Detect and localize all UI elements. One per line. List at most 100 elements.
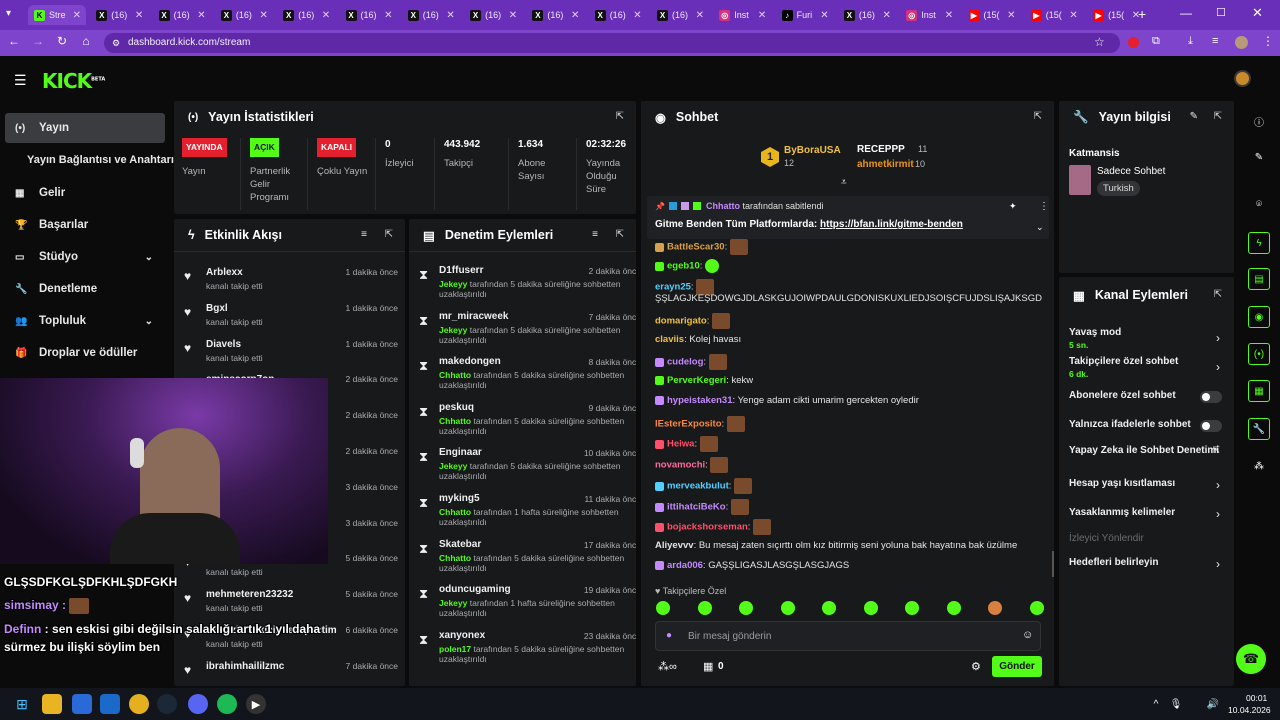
browser-tab[interactable]: X (16) ✕ [838, 5, 896, 25]
category-name[interactable]: Sadece Sohbet [1097, 166, 1165, 177]
profile-avatar[interactable] [1235, 36, 1248, 49]
close-tab-icon[interactable]: ✕ [1069, 10, 1077, 21]
channel-action[interactable]: Takipçilere özel sohbet 6 dk. [1069, 356, 1224, 380]
chat-username[interactable]: egeb10 [667, 261, 700, 272]
top-gifter-name[interactable]: RECEPPP [857, 144, 905, 155]
pen-icon[interactable]: ✎ [1248, 146, 1270, 168]
close-tab-icon[interactable]: ✕ [633, 10, 641, 21]
expand-top-icon[interactable]: ⩡ [841, 177, 847, 188]
chat-username[interactable]: erayn25 [655, 282, 691, 293]
chat-username[interactable]: PerverKegeri [667, 375, 726, 386]
channel-action[interactable]: Yavaş mod 5 sn. [1069, 327, 1224, 351]
browser-tab[interactable]: ▶ (15(✕ [1087, 5, 1145, 25]
add-widget-icon[interactable]: ⁂ [1248, 455, 1270, 477]
emote-picker-item[interactable] [697, 601, 712, 615]
browser-tab[interactable]: X (16) ✕ [340, 5, 398, 25]
bookmark-star-icon[interactable]: ☆ [1094, 35, 1105, 49]
browser-tab[interactable]: ▶ (15(✕ [963, 5, 1021, 25]
close-tab-icon[interactable]: ✕ [945, 10, 953, 21]
info-icon[interactable]: ⓘ [1248, 110, 1270, 132]
url-field[interactable]: dashboard.kick.com/stream [104, 33, 1120, 53]
moderation-username[interactable]: oduncugaming [439, 584, 511, 595]
browser-tab[interactable]: X (16) ✕ [589, 5, 647, 25]
user-avatar[interactable] [1234, 70, 1251, 87]
pinned-message[interactable]: 📌 Chhatto tarafından sabitlendi ✦ ⋮ Gitm… [647, 196, 1049, 239]
moderator-name[interactable]: Jekeyy [439, 325, 467, 335]
minimize-button[interactable]: — [1180, 6, 1192, 20]
sidebar-item[interactable]: 🎁 Droplar ve ödüller [5, 338, 165, 368]
activity-username[interactable]: Bgxl [206, 303, 228, 314]
lightning-icon[interactable]: ϟ [1248, 232, 1270, 254]
chrome-icon[interactable] [129, 694, 149, 714]
chat-username[interactable]: Aliyevvv [655, 540, 694, 551]
reload-icon[interactable]: ↻ [52, 34, 72, 48]
close-window-button[interactable]: ✕ [1252, 5, 1263, 21]
help-button[interactable]: ☎ [1236, 644, 1266, 674]
moderation-username[interactable]: mr_miracweek [439, 311, 509, 322]
emote-picker-item[interactable] [656, 601, 670, 615]
store-icon[interactable] [72, 694, 92, 714]
emote-picker-item[interactable] [988, 601, 1002, 615]
emote-picker-item[interactable] [822, 601, 836, 615]
sidebar-item[interactable]: 🔧 Denetleme [5, 274, 165, 304]
community-points-icon[interactable]: ⁂∞ [658, 660, 677, 673]
close-tab-icon[interactable]: ✕ [571, 10, 579, 21]
close-tab-icon[interactable]: ✕ [509, 10, 517, 21]
chevron-down-icon[interactable]: ⌄ [1036, 222, 1044, 233]
pinned-link[interactable]: https://bfan.link/gitme-benden [820, 219, 963, 230]
moderation-username[interactable]: Skatebar [439, 539, 481, 550]
moderation-username[interactable]: Enginaar [439, 447, 482, 458]
forward-icon[interactable]: → [28, 34, 48, 48]
browser-tab[interactable]: X (16) ✕ [153, 5, 211, 25]
pinned-by-user[interactable]: Chhatto [706, 201, 740, 211]
mic-icon[interactable]: ● [666, 630, 672, 641]
chat-username[interactable]: bojackshorseman [667, 522, 748, 533]
chat-username[interactable]: claviis [655, 334, 684, 345]
discord-icon[interactable] [188, 694, 208, 714]
moderation-username[interactable]: D1ffuserr [439, 265, 483, 276]
clock-date[interactable]: 10.04.2026 [1228, 705, 1271, 715]
moderator-name[interactable]: Jekeyy [439, 598, 467, 608]
channel-actions-icon[interactable]: ▦ [1248, 380, 1270, 402]
clock-time[interactable]: 00:01 [1246, 693, 1267, 703]
site-info-icon[interactable]: ⚙ [112, 38, 120, 49]
spotify-icon[interactable] [217, 694, 237, 714]
browser-tab[interactable]: X (16) ✕ [215, 5, 273, 25]
browser-tab[interactable]: ◎ Inst ✕ [713, 5, 771, 25]
activity-username[interactable]: mehmeteren23232 [206, 589, 293, 600]
send-button[interactable]: Gönder [992, 656, 1042, 677]
emoji-icon[interactable]: ☺ [1022, 629, 1033, 641]
moderator-name[interactable]: Jekeyy [439, 279, 467, 289]
browser-tab[interactable]: X (16) ✕ [90, 5, 148, 25]
edit-icon[interactable]: ✎ [1190, 111, 1198, 122]
chat-bubble-icon[interactable]: ◉ [1248, 306, 1270, 328]
moderator-name[interactable]: Chhatto [439, 553, 471, 563]
channel-action[interactable]: Hedefleri belirleyin [1069, 557, 1224, 568]
broadcast-icon[interactable]: (•) [1248, 343, 1270, 365]
windows-start-icon[interactable]: ⊞ [12, 694, 32, 714]
media-player-icon[interactable]: ▶ [246, 694, 266, 714]
moderator-name[interactable]: Jekeyy [439, 461, 467, 471]
maximize-button[interactable]: ☐ [1216, 6, 1226, 19]
popout-icon[interactable]: ⇱ [385, 229, 393, 240]
chat-input[interactable]: ● Bir mesaj gönderin ☺ [655, 621, 1041, 651]
new-tab-button[interactable]: + [1138, 6, 1146, 22]
channel-action[interactable]: Yapay Zeka ile Sohbet Denetimi [1069, 445, 1224, 456]
close-tab-icon[interactable]: ✕ [73, 10, 81, 21]
browser-tab[interactable]: X (16) ✕ [277, 5, 335, 25]
close-tab-icon[interactable]: ✕ [322, 10, 330, 21]
close-tab-icon[interactable]: ✕ [883, 10, 891, 21]
extension-red-icon[interactable] [1128, 37, 1139, 48]
activity-username[interactable]: Arblexx [206, 267, 243, 278]
emote-picker-item[interactable] [1029, 601, 1044, 615]
hamburger-menu-icon[interactable]: ☰ [14, 72, 27, 89]
browser-tab[interactable]: X (16) ✕ [526, 5, 584, 25]
close-tab-icon[interactable]: ✕ [197, 10, 205, 21]
close-tab-icon[interactable]: ✕ [446, 10, 454, 21]
chat-username[interactable]: novamochi [655, 460, 705, 471]
chevron-right-icon[interactable]: › [1216, 360, 1220, 374]
close-tab-icon[interactable]: ✕ [135, 10, 143, 21]
chevron-right-icon[interactable]: › [1216, 557, 1220, 571]
browser-tab[interactable]: ♪ Furi ✕ [776, 5, 834, 25]
close-tab-icon[interactable]: ✕ [260, 10, 268, 21]
